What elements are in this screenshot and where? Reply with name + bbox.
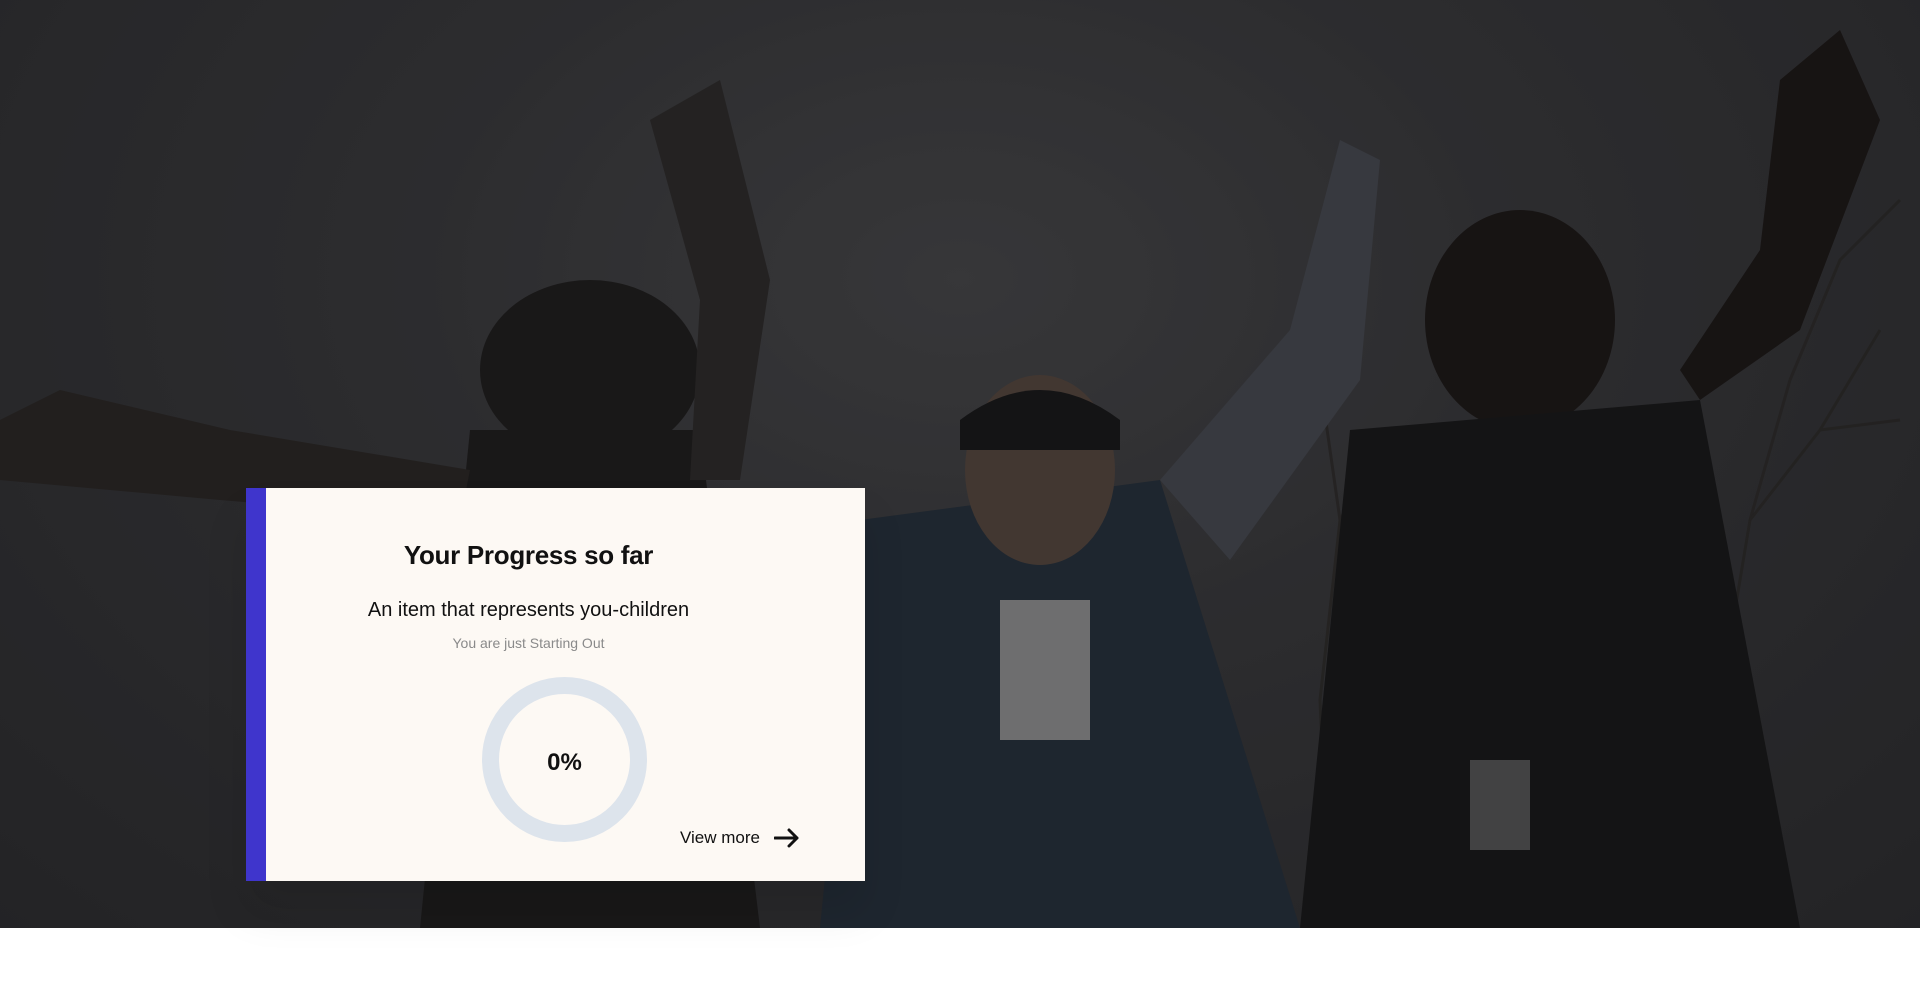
- arrow-right-icon: [774, 828, 799, 848]
- progress-ring: 0%: [482, 677, 647, 842]
- card-item-text: An item that represents you-children: [367, 599, 690, 621]
- view-more-link[interactable]: View more: [680, 828, 800, 848]
- card-accent-bar: [246, 488, 266, 881]
- view-more-label: View more: [680, 828, 760, 847]
- progress-percent-label: 0%: [547, 749, 582, 776]
- progress-card: Your Progress so far An item that repres…: [246, 488, 865, 881]
- card-status-text: You are just Starting Out: [452, 635, 605, 651]
- card-title: Your Progress so far: [403, 540, 654, 570]
